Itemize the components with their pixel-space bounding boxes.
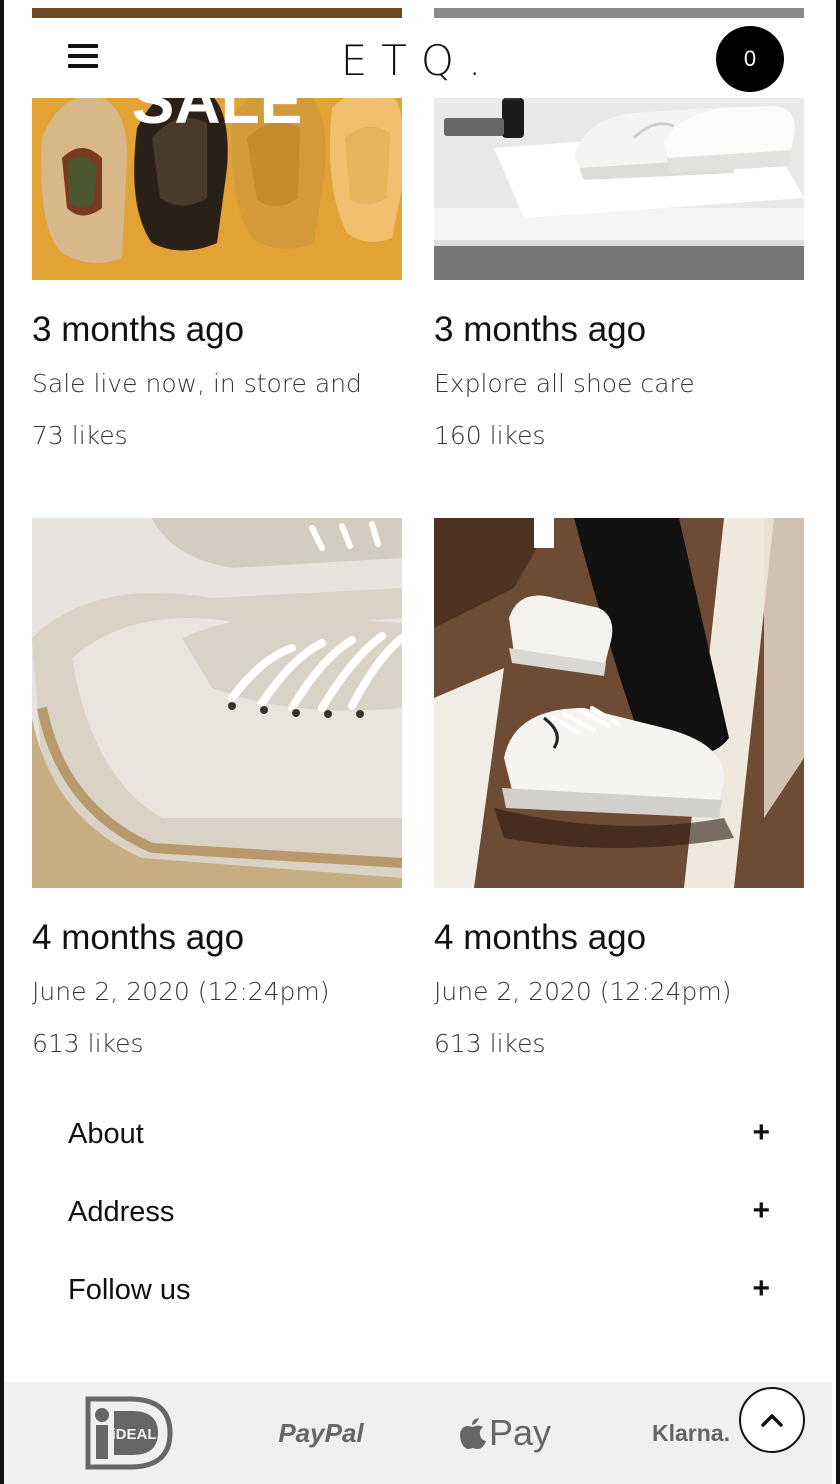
post-image-wearing-sneakers[interactable]: [434, 518, 804, 888]
footer-address-toggle[interactable]: Address +: [68, 1190, 770, 1242]
footer-about-toggle[interactable]: About +: [68, 1112, 770, 1164]
post-card[interactable]: 4 months ago June 2, 2020 (12:24pm) 613 …: [434, 518, 804, 1061]
chevron-up-icon: [761, 1414, 783, 1427]
post-likes: 73 likes: [32, 421, 128, 450]
plus-icon: +: [752, 1194, 770, 1227]
post-image-sneaker-closeup[interactable]: [32, 518, 402, 888]
site-header: ETQ. 0: [32, 18, 804, 98]
footer-section-label: Follow us: [68, 1274, 191, 1306]
post-time: 4 months ago: [434, 918, 647, 957]
apple-pay-logo: Pay: [450, 1382, 560, 1484]
footer-section-label: About: [68, 1118, 144, 1150]
post-time: 3 months ago: [434, 310, 647, 349]
plus-icon: +: [752, 1116, 770, 1149]
post-caption[interactable]: Sale live now, in store and: [32, 367, 402, 401]
post-card[interactable]: 4 months ago June 2, 2020 (12:24pm) 613 …: [32, 518, 402, 1061]
ideal-logo-icon: iDEAL: [84, 1382, 174, 1484]
payment-methods-bar: iDEAL PayPal Pay Klarna.: [4, 1382, 832, 1484]
apple-pay-text: Pay: [488, 1412, 552, 1453]
cart-button[interactable]: 0: [716, 26, 784, 92]
post-caption[interactable]: Explore all shoe care: [434, 367, 804, 401]
paypal-logo: PayPal: [266, 1382, 376, 1484]
post-likes: 160 likes: [434, 421, 546, 450]
post-caption[interactable]: June 2, 2020 (12:24pm): [32, 975, 402, 1009]
klarna-logo-text: Klarna.: [652, 1419, 730, 1446]
apple-icon: [459, 1418, 486, 1449]
plus-icon: +: [752, 1272, 770, 1305]
svg-text:iDEAL: iDEAL: [112, 1426, 157, 1443]
cart-count: 0: [743, 46, 757, 71]
klarna-logo: Klarna.: [636, 1382, 746, 1484]
post-likes: 613 likes: [32, 1029, 144, 1058]
post-time: 4 months ago: [32, 918, 245, 957]
paypal-logo-text: PayPal: [278, 1417, 364, 1448]
footer-section-label: Address: [68, 1196, 175, 1228]
post-likes: 613 likes: [434, 1029, 546, 1058]
scroll-to-top-button[interactable]: [739, 1387, 805, 1453]
brand-logo[interactable]: ETQ.: [32, 36, 804, 85]
post-time: 3 months ago: [32, 310, 245, 349]
footer-follow-us-toggle[interactable]: Follow us +: [68, 1268, 770, 1320]
post-caption[interactable]: June 2, 2020 (12:24pm): [434, 975, 804, 1009]
